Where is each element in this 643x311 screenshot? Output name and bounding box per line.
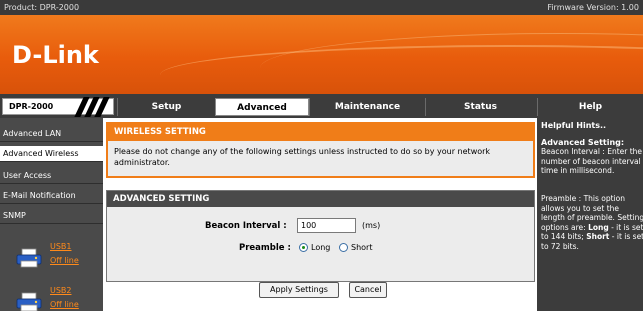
wireless-setting-panel: WIRELESS SETTING Please do not change an… bbox=[106, 122, 535, 178]
tab-status[interactable]: Status bbox=[425, 98, 535, 116]
main-content: WIRELESS SETTING Please do not change an… bbox=[106, 122, 535, 311]
slash-graphic bbox=[65, 97, 115, 117]
preamble-long-label: Long bbox=[311, 243, 331, 252]
brand-banner: D-Link bbox=[0, 15, 643, 94]
model-badge: DPR-2000 bbox=[2, 97, 115, 117]
wireless-setting-title: WIRELESS SETTING bbox=[108, 124, 533, 141]
usb1-link[interactable]: USB1 bbox=[50, 242, 72, 251]
firmware-version: Firmware Version: 1.00 bbox=[547, 3, 639, 12]
printer-icon bbox=[16, 292, 42, 311]
dlink-logo: D-Link bbox=[12, 41, 99, 69]
printer-icon bbox=[16, 248, 42, 268]
cancel-button[interactable]: Cancel bbox=[349, 282, 387, 298]
preamble-label: Preamble : bbox=[239, 243, 291, 253]
advanced-setting-panel: ADVANCED SETTING Beacon Interval : (ms) … bbox=[106, 190, 535, 282]
beacon-unit: (ms) bbox=[362, 221, 381, 230]
hints-subtitle: Advanced Setting: bbox=[541, 138, 625, 147]
preamble-long-radio[interactable] bbox=[299, 243, 308, 252]
hints-title: Helpful Hints.. bbox=[541, 121, 607, 130]
product-bar: Product: DPR-2000 Firmware Version: 1.00 bbox=[0, 0, 643, 15]
sidebar-item-user-access[interactable]: User Access bbox=[0, 168, 103, 184]
sidebar-item-advanced-wireless[interactable]: Advanced Wireless bbox=[0, 146, 103, 162]
tab-maintenance[interactable]: Maintenance bbox=[309, 98, 425, 116]
beacon-interval-label: Beacon Interval : bbox=[205, 221, 287, 231]
hints-short-word: Short bbox=[586, 232, 610, 241]
apply-settings-button[interactable]: Apply Settings bbox=[259, 282, 339, 298]
preamble-short-radio[interactable] bbox=[339, 243, 348, 252]
model-label: DPR-2000 bbox=[9, 102, 54, 111]
wireless-setting-warning: Please do not change any of the followin… bbox=[114, 147, 491, 167]
sidebar-item-advanced-lan[interactable]: Advanced LAN bbox=[0, 126, 103, 142]
usb1-status[interactable]: Off line bbox=[50, 256, 79, 265]
hints-long-word: Long bbox=[588, 222, 609, 232]
hints-beacon-text: Beacon Interval : Enter the number of be… bbox=[541, 147, 643, 175]
preamble-short-label: Short bbox=[351, 243, 373, 252]
helpful-hints-panel: Helpful Hints.. Advanced Setting: Beacon… bbox=[537, 118, 643, 311]
sidebar-item-email-notification[interactable]: E-Mail Notification bbox=[0, 188, 103, 204]
usb1-port: USB1 Off line bbox=[0, 238, 103, 276]
sidebar-item-snmp[interactable]: SNMP bbox=[0, 208, 103, 224]
usb2-status[interactable]: Off line bbox=[50, 300, 79, 309]
hints-preamble-text: Preamble : This option allows you to set… bbox=[541, 194, 643, 251]
tab-setup[interactable]: Setup bbox=[117, 98, 215, 116]
tab-help[interactable]: Help bbox=[537, 98, 643, 116]
banner-swoosh bbox=[260, 33, 643, 94]
product-label: Product: DPR-2000 bbox=[4, 3, 80, 12]
usb2-link[interactable]: USB2 bbox=[50, 286, 72, 295]
usb2-port: USB2 Off line bbox=[0, 282, 103, 311]
sidebar: Advanced LAN Advanced Wireless User Acce… bbox=[0, 118, 103, 311]
beacon-interval-input[interactable] bbox=[297, 218, 356, 233]
advanced-setting-title: ADVANCED SETTING bbox=[107, 191, 534, 207]
tab-advanced[interactable]: Advanced bbox=[215, 98, 309, 116]
main-navigation: DPR-2000 Setup Advanced Maintenance Stat… bbox=[0, 94, 643, 118]
